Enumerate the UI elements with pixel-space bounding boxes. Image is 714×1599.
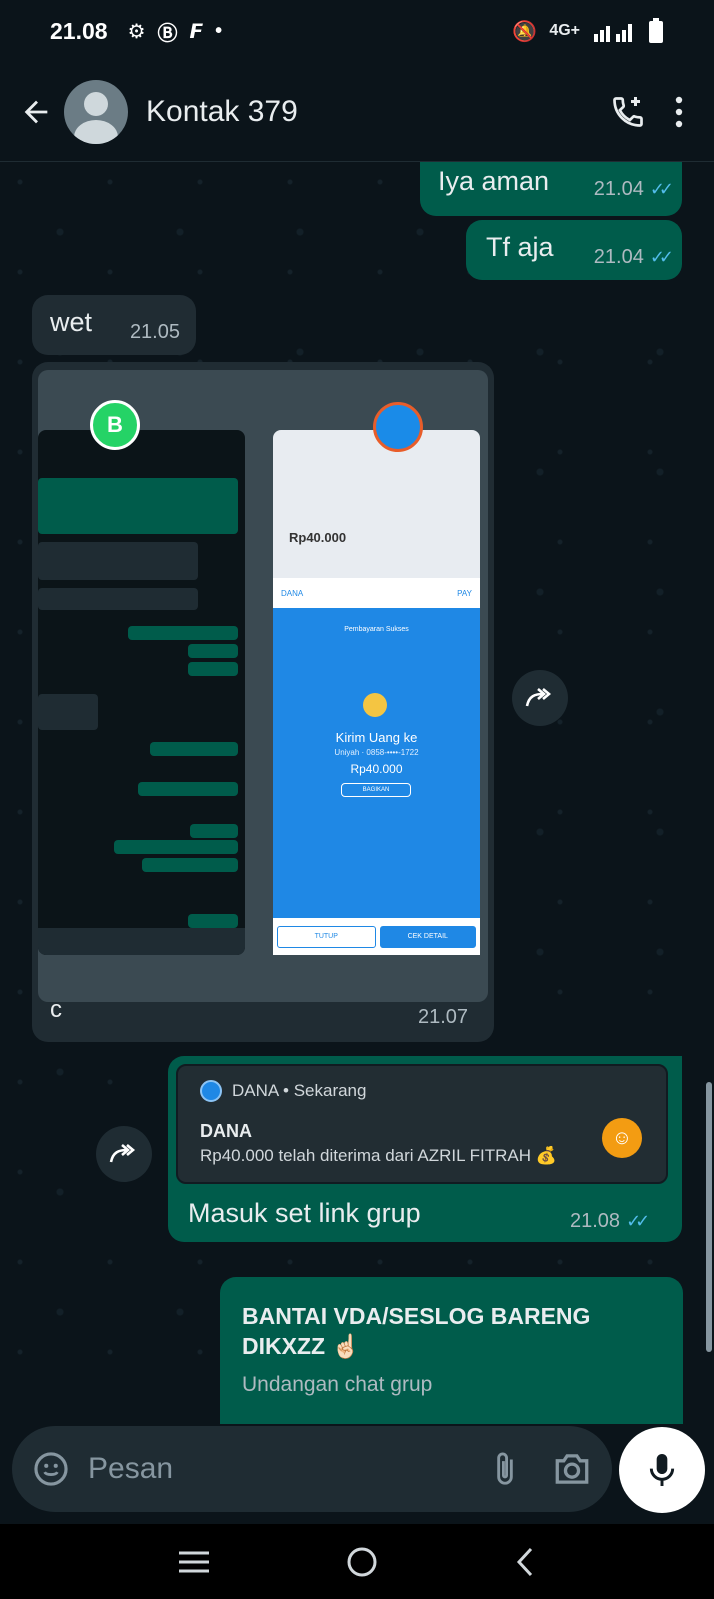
home-icon[interactable]: [345, 1545, 379, 1579]
whatsapp-business-icon: B: [90, 400, 140, 450]
b-icon: Ⓑ: [157, 22, 178, 45]
scrollbar[interactable]: [706, 1082, 712, 1352]
status-time: 21.08: [50, 17, 108, 44]
message-input[interactable]: Pesan: [12, 1426, 612, 1512]
read-ticks-icon: ✓✓: [649, 179, 674, 199]
mic-button[interactable]: [619, 1427, 705, 1513]
forward-icon: [525, 688, 552, 707]
forward-button[interactable]: [512, 670, 568, 726]
mute-icon: 🔕: [512, 20, 538, 43]
settings-icon: ⚙: [127, 20, 146, 43]
add-call-icon[interactable]: [610, 94, 646, 130]
composer: Pesan: [0, 1424, 714, 1524]
message-in[interactable]: wet 21.05: [32, 295, 196, 355]
payment-success-panel: DANA PAY Pembayaran Sukses Kirim Uang ke …: [273, 578, 480, 918]
more-options-icon[interactable]: [674, 96, 684, 128]
message-out[interactable]: Tf aja 21.04 ✓✓: [466, 220, 682, 280]
image-caption: c: [50, 996, 62, 1023]
forward-icon: [109, 1144, 136, 1163]
dana-icon: [200, 1080, 222, 1102]
whatsapp-preview: [38, 430, 245, 955]
forward-button[interactable]: [96, 1126, 152, 1182]
recent-apps-icon[interactable]: [177, 1549, 211, 1575]
attach-icon[interactable]: [492, 1450, 518, 1488]
back-button[interactable]: [8, 84, 64, 140]
dot-icon: •: [215, 19, 223, 42]
message-time: 21.04: [593, 178, 644, 200]
avatar[interactable]: [64, 79, 128, 144]
success-check-icon: [363, 693, 387, 717]
contact-name[interactable]: Kontak 379: [146, 95, 298, 129]
screenshot-image[interactable]: B Rp40.000 DANA PAY Pembayaran Sukses Kir…: [38, 370, 488, 1002]
read-ticks-icon: ✓✓: [626, 1211, 650, 1231]
read-ticks-icon: ✓✓: [649, 247, 674, 267]
chat-header: Kontak 379: [0, 62, 714, 162]
dana-avatar-icon: ☺: [602, 1118, 642, 1158]
sticker-icon[interactable]: [32, 1450, 70, 1488]
message-list[interactable]: Iya aman 21.04 ✓✓ Tf aja 21.04 ✓✓ wet 21…: [0, 162, 714, 1424]
message-time: 21.04: [593, 246, 644, 268]
system-nav-bar: [0, 1524, 714, 1599]
network-label: 4G+: [549, 22, 580, 39]
message-out[interactable]: Iya aman 21.04 ✓✓: [420, 162, 682, 216]
message-time: 21.08: [570, 1210, 621, 1232]
signal-icon: [594, 24, 632, 42]
message-placeholder: Pesan: [88, 1452, 174, 1485]
camera-icon[interactable]: [552, 1451, 592, 1487]
back-nav-icon[interactable]: [513, 1545, 537, 1579]
message-time: 21.05: [129, 321, 180, 343]
dana-app-icon: [373, 402, 423, 452]
group-invite[interactable]: BANTAI VDA/SESLOG BARENG DIKXZZ ☝🏻 Undan…: [220, 1277, 683, 1424]
chat-screen: 21.08 ⚙ Ⓑ 𝙁 • 🔕 4G+ Kontak 379 Iya aman …: [0, 0, 714, 1599]
status-bar: 21.08 ⚙ Ⓑ 𝙁 • 🔕 4G+: [0, 0, 714, 62]
quoted-notification[interactable]: DANA • Sekarang DANA Rp40.000 telah dite…: [176, 1064, 668, 1184]
battery-icon: [649, 18, 663, 43]
message-time: 21.07: [418, 1006, 469, 1028]
arrow-left-icon: [24, 100, 48, 123]
mic-icon: [649, 1454, 675, 1486]
f-icon: 𝙁: [189, 20, 204, 43]
